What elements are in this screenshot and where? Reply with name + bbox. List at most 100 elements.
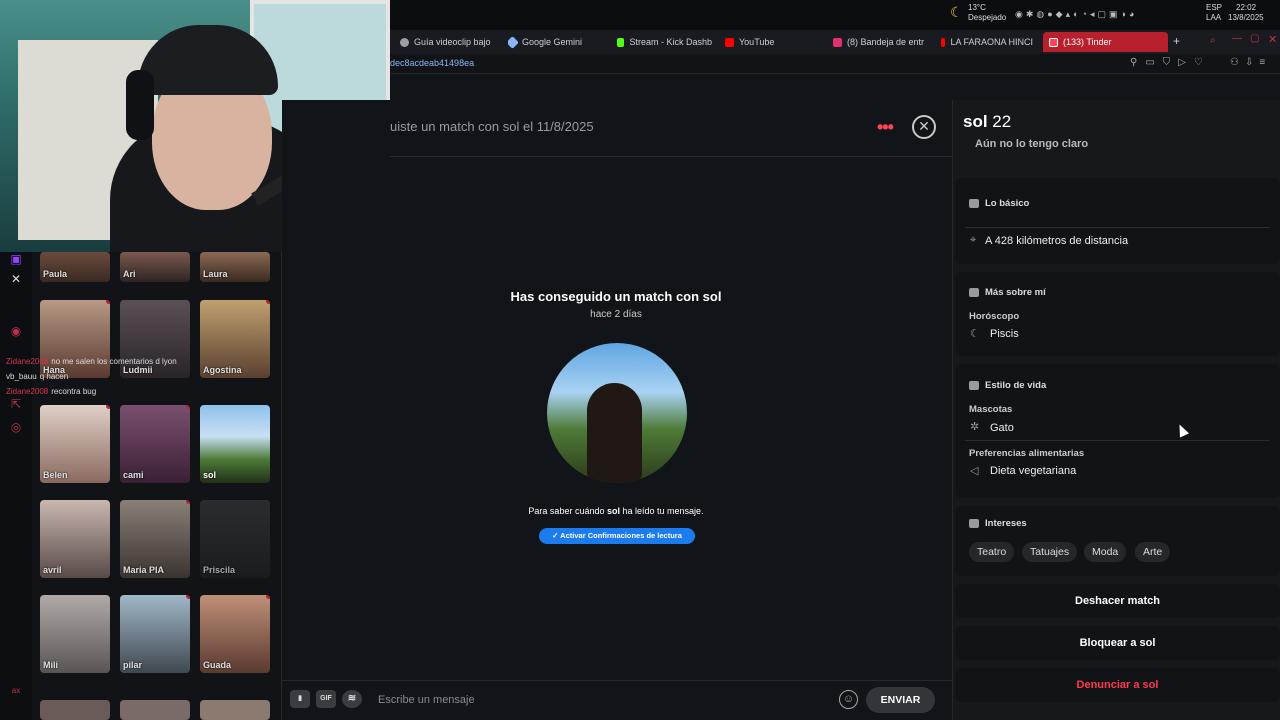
more-options-icon[interactable]: ••• — [877, 117, 894, 138]
about-title: Más sobre mí — [985, 287, 1046, 298]
new-badge — [106, 300, 110, 304]
clock-time[interactable]: 22:02 — [1236, 3, 1256, 12]
headset — [126, 70, 154, 140]
match-card[interactable]: avril — [40, 500, 110, 578]
read-receipts-text: Para saber cuándo sol ha leído tu mensaj… — [528, 506, 704, 516]
tab-faraona[interactable]: LA FARAONA HINCI — [941, 34, 1033, 50]
play-icon[interactable]: ◉ — [9, 324, 23, 338]
match-card[interactable]: Priscila — [200, 500, 270, 578]
twitch-icon[interactable]: ▣ — [9, 252, 23, 266]
avatar-figure — [587, 383, 642, 483]
match-card[interactable]: Maria PIA — [120, 500, 190, 578]
clock-date[interactable]: 13/8/2025 — [1228, 13, 1264, 22]
search-tabs-icon[interactable]: ⌕ — [1210, 35, 1216, 46]
match-card[interactable]: Agostina — [200, 300, 270, 378]
gif-button[interactable]: GIF — [316, 690, 336, 708]
match-card[interactable]: Guada — [200, 595, 270, 673]
enable-read-receipts-button[interactable]: ✓ Activar Confirmaciones de lectura — [539, 528, 695, 544]
distance-text: A 428 kilómetros de distancia — [985, 235, 1129, 247]
match-card[interactable]: Ludmii — [120, 300, 190, 378]
match-date-text: uiste un match con sol el 11/8/2025 — [390, 119, 594, 134]
basics-icon — [969, 199, 979, 208]
divider — [965, 227, 1270, 228]
tab-instagram[interactable]: (8) Bandeja de entr — [833, 34, 928, 50]
match-card[interactable]: Ari — [120, 252, 190, 282]
close-window-icon[interactable]: ✕ — [1268, 33, 1277, 46]
tab-tinder[interactable]: (133) Tinder — [1043, 32, 1168, 52]
pets-label: Mascotas — [969, 404, 1013, 415]
instagram-icon — [833, 37, 842, 47]
address-bar[interactable]: dec8acdeab41498ea ⚲▭⛉▷♡ ⚇⇩≡ — [390, 54, 1280, 74]
match-avatar[interactable] — [547, 343, 687, 483]
globe-icon — [400, 37, 409, 47]
match-card[interactable] — [40, 700, 110, 720]
weather-icon: ☾ — [950, 4, 963, 20]
interest-chip: Teatro — [969, 542, 1015, 562]
new-badge — [186, 595, 190, 599]
grid-icon — [969, 519, 979, 528]
lang-sub-label[interactable]: LAA — [1206, 13, 1221, 22]
kick-icon — [617, 37, 625, 47]
side-label: ax — [11, 686, 21, 695]
lifestyle-title: Estilo de vida — [985, 380, 1047, 391]
match-card[interactable]: cami — [120, 405, 190, 483]
lang-label[interactable]: ESP — [1206, 3, 1222, 12]
share-icon[interactable]: ⇱ — [9, 397, 23, 411]
message-input[interactable] — [378, 690, 818, 710]
tab-guia[interactable]: Guía videoclip bajo — [400, 34, 495, 50]
basics-section — [955, 178, 1280, 264]
minimize-icon[interactable]: — — [1232, 33, 1242, 44]
interest-chip: Moda — [1084, 542, 1127, 562]
interests-section — [955, 506, 1280, 576]
match-card[interactable]: Mili — [40, 595, 110, 673]
match-title: Has conseguido un match con sol — [510, 289, 722, 304]
match-card[interactable] — [120, 700, 190, 720]
match-card[interactable]: Laura — [200, 252, 270, 282]
emoji-icon[interactable]: ☺ — [839, 690, 858, 709]
maximize-icon[interactable]: ▢ — [1250, 33, 1259, 44]
unmatch-button[interactable]: Deshacer match — [955, 584, 1280, 618]
interest-chip: Arte — [1135, 542, 1171, 562]
tab-kick[interactable]: Stream - Kick Dashb — [617, 34, 712, 50]
report-button[interactable]: Denunciar a sol — [955, 668, 1280, 702]
tinder-icon — [1049, 37, 1058, 47]
tab-youtube[interactable]: YouTube — [725, 34, 820, 50]
match-card-selected[interactable]: sol — [200, 405, 270, 483]
match-card[interactable]: Belen — [40, 405, 110, 483]
profile-menu-icons[interactable]: ⚇⇩≡ — [1230, 57, 1271, 68]
match-card[interactable] — [200, 700, 270, 720]
spotify-icon[interactable]: ≋ — [342, 690, 362, 708]
tray-icons[interactable]: ◉✱◍●◆▴◐◔◂▢▣◑◕ — [1015, 9, 1137, 20]
new-tab-button[interactable]: + — [1173, 34, 1180, 48]
tag-icon — [969, 288, 979, 297]
diet-value: Dieta vegetariana — [990, 465, 1077, 477]
system-taskbar: ☾ 13°C Despejado ◉✱◍●◆▴◐◔◂▢▣◑◕ ESP LAA 2… — [390, 0, 1280, 30]
divider — [965, 440, 1270, 441]
block-button[interactable]: Bloquear a sol — [955, 626, 1280, 660]
relationship-goal-text: Aún no lo tengo claro — [975, 138, 1089, 150]
url-text[interactable]: dec8acdeab41498ea — [390, 58, 474, 68]
match-card[interactable]: Hana — [40, 300, 110, 378]
match-ago: hace 2 días — [590, 309, 642, 320]
moon-icon: ☾ — [970, 328, 980, 340]
close-conversation-button[interactable]: ✕ — [912, 115, 936, 139]
horoscope-value: Piscis — [990, 328, 1019, 340]
profile-name-age: sol 22 — [963, 112, 1012, 131]
browser-tab-bar: Guía videoclip bajo Google Gemini Stream… — [390, 30, 1280, 54]
new-badge — [266, 300, 270, 304]
tab-gemini[interactable]: Google Gemini — [508, 34, 603, 50]
match-card[interactable]: pilar — [120, 595, 190, 673]
instagram-icon[interactable]: ◎ — [9, 420, 23, 434]
toolbar-icons[interactable]: ⚲▭⛉▷♡ — [1130, 57, 1211, 68]
basics-title: Lo básico — [985, 198, 1030, 209]
match-card[interactable]: Paula — [40, 252, 110, 282]
sticker-icon[interactable]: ▮ — [290, 690, 310, 708]
tag-icon — [969, 381, 979, 390]
weather-desc: Despejado — [968, 13, 1007, 22]
send-button[interactable]: ENVIAR — [866, 687, 935, 713]
chat-message: Zidane2008 recontra bug — [6, 387, 97, 396]
diet-label: Preferencias alimentarias — [969, 448, 1085, 459]
x-icon[interactable]: ✕ — [9, 272, 23, 286]
location-pin-icon: ⌖ — [970, 234, 977, 246]
chat-message: Zidane2008 no me salen los comentarios d … — [6, 357, 177, 366]
